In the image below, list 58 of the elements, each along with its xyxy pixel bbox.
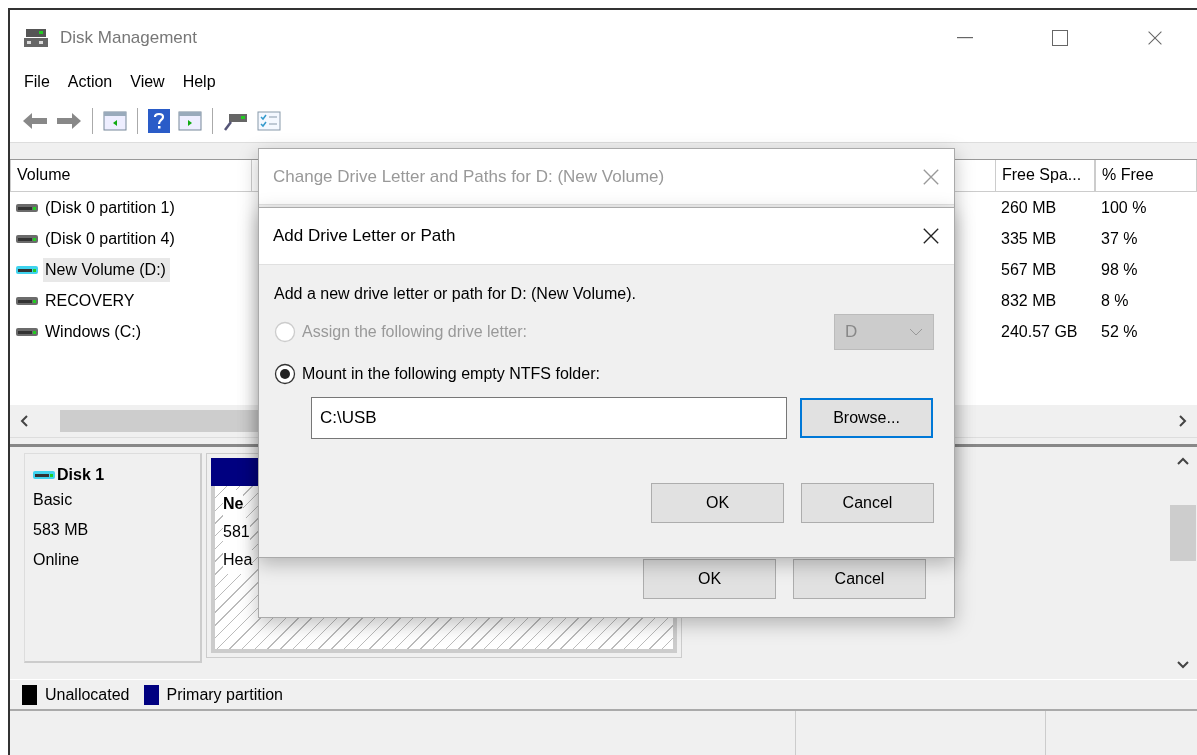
- radio-icon: [274, 321, 296, 343]
- table-cell-text: 98 %: [1100, 260, 1139, 279]
- volume-name[interactable]: Windows (C:): [43, 319, 145, 344]
- forward-arrow-icon[interactable]: [56, 110, 82, 131]
- table-cell-text: 260 MB: [1000, 198, 1058, 217]
- ok-button[interactable]: OK: [651, 483, 784, 523]
- table-cell-text: 52 %: [1100, 322, 1139, 341]
- legend-label: Primary partition: [166, 685, 283, 704]
- disk-name: Disk 1: [57, 466, 105, 484]
- radio-icon: [274, 363, 296, 385]
- partition-text: Hea: [223, 546, 253, 574]
- menu-item[interactable]: Action: [59, 69, 121, 95]
- disk-size: 583 MB: [33, 520, 90, 540]
- volume-name[interactable]: (Disk 0 partition 4): [43, 226, 179, 251]
- menu-item[interactable]: View: [122, 69, 173, 95]
- maximize-icon: [1051, 29, 1068, 46]
- checklist-icon[interactable]: [257, 110, 281, 131]
- panel-icon[interactable]: [103, 109, 127, 132]
- table-cell-text: 8 %: [1100, 291, 1130, 310]
- close-icon[interactable]: [922, 227, 940, 245]
- table-cell-text: 335 MB: [1000, 229, 1058, 248]
- cancel-button[interactable]: Cancel: [793, 559, 926, 599]
- disk-info-panel[interactable]: Disk 1 Basic 583 MB Online: [24, 453, 202, 663]
- partition-text: Ne: [223, 490, 244, 518]
- column-header[interactable]: % Free: [1095, 160, 1197, 192]
- disk-status: Online: [33, 550, 81, 570]
- dialog-prompt: Add a new drive letter or path for D: (New Volume).: [274, 285, 637, 303]
- dialog-title: Change Drive Letter and Paths for D: (New Volume): [273, 166, 665, 187]
- panel-icon[interactable]: [178, 109, 202, 132]
- radio-option[interactable]: Mount in the following empty NTFS folder:: [274, 363, 600, 385]
- back-arrow-icon[interactable]: [22, 110, 48, 131]
- cancel-button[interactable]: Cancel: [801, 483, 934, 523]
- column-header[interactable]: Volume: [10, 160, 252, 192]
- volume-name[interactable]: (Disk 0 partition 1): [43, 195, 179, 220]
- close-icon: [1146, 29, 1163, 46]
- table-cell-text: 37 %: [1100, 229, 1139, 248]
- browse-button[interactable]: Browse...: [800, 398, 933, 438]
- folder-path-field[interactable]: C:\USB: [311, 397, 787, 439]
- table-cell-text: 100 %: [1100, 198, 1148, 217]
- table-cell-text: 567 MB: [1000, 260, 1058, 279]
- table-cell-text: 240.57 GB: [1000, 322, 1079, 341]
- ok-button[interactable]: OK: [643, 559, 776, 599]
- table-cell-text: 832 MB: [1000, 291, 1058, 310]
- menu-item[interactable]: File: [16, 69, 58, 95]
- column-header[interactable]: Free Spa...: [995, 160, 1095, 192]
- legend-label: Unallocated: [45, 685, 130, 704]
- drive-icon: [33, 470, 55, 480]
- disk-app-icon: [24, 27, 50, 48]
- help-icon[interactable]: [148, 108, 170, 133]
- minimize-icon: [956, 36, 973, 39]
- scroll-thumb[interactable]: [1170, 505, 1196, 561]
- menu-item[interactable]: Help: [174, 69, 224, 95]
- volume-name[interactable]: RECOVERY: [43, 288, 139, 313]
- volume-name[interactable]: New Volume (D:): [43, 257, 170, 282]
- window-title: Disk Management: [60, 27, 198, 48]
- disk-type: Basic: [33, 490, 74, 510]
- dialog-title: Add Drive Letter or Path: [273, 226, 456, 246]
- partition-text: 581: [223, 518, 250, 546]
